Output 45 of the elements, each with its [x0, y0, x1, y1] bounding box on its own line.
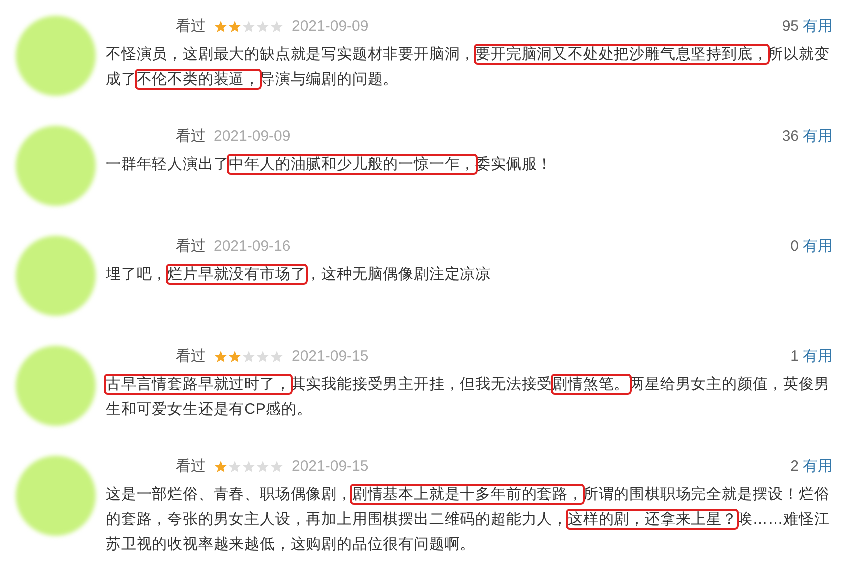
star-icon [214, 350, 228, 364]
useful-count: 1 [790, 346, 799, 367]
review-text: 埋了吧，烂片早就没有市场了，这种无脑偶像剧注定凉凉 [106, 265, 492, 285]
star-icon [228, 20, 242, 34]
review-text: 不怪演员，这剧最大的缺点就是写实题材非要开脑洞，要开完脑洞又不处处把沙雕气息坚持到底，所以就变成了不伦不类的装逼，导演与编剧的问题。 [106, 45, 831, 90]
star-icon [228, 460, 242, 474]
watched-status: 看过 [176, 16, 206, 37]
star-icon [256, 460, 270, 474]
star-icon [242, 350, 256, 364]
star-icon [242, 20, 256, 34]
useful-link[interactable]: 有用 [803, 346, 833, 368]
useful-count: 36 [782, 126, 799, 147]
highlighted-text: 古早言情套路早就过时了， [106, 376, 291, 393]
star-icon [256, 350, 270, 364]
useful-link[interactable]: 有用 [803, 126, 833, 148]
useful-link[interactable]: 有用 [803, 16, 833, 38]
useful-count: 95 [782, 16, 799, 37]
review-date: 2021-09-15 [292, 346, 369, 367]
star-icon [270, 350, 284, 364]
useful-count: 2 [790, 456, 799, 477]
review-date: 2021-09-16 [214, 236, 291, 257]
star-icon [270, 460, 284, 474]
star-icon [256, 20, 270, 34]
star-icon [214, 460, 228, 474]
useful-count: 0 [790, 236, 799, 257]
highlighted-text: 这样的剧，还拿来上星？ [568, 511, 738, 528]
review-date: 2021-09-09 [214, 126, 291, 147]
watched-status: 看过 [176, 456, 206, 477]
watched-status: 看过 [176, 236, 206, 257]
highlighted-text: 要开完脑洞又不处处把沙雕气息坚持到底， [476, 46, 768, 63]
review-date: 2021-09-15 [292, 456, 369, 477]
highlighted-text: 烂片早就没有市场了 [168, 266, 306, 283]
highlighted-text: 剧情煞笔。 [552, 376, 630, 393]
star-icon [242, 460, 256, 474]
highlighted-text: 不伦不类的装逼， [136, 71, 260, 88]
highlighted-text: 中年人的油腻和少儿般的一惊一乍， [229, 156, 476, 173]
watched-status: 看过 [176, 346, 206, 367]
star-icon [214, 20, 228, 34]
star-icon [228, 350, 242, 364]
highlighted-text: 剧情基本上就是十多年前的套路， [352, 486, 584, 503]
review-date: 2021-09-09 [292, 16, 369, 37]
useful-link[interactable]: 有用 [803, 236, 833, 258]
useful-link[interactable]: 有用 [803, 456, 833, 478]
watched-status: 看过 [176, 126, 206, 147]
star-icon [270, 20, 284, 34]
